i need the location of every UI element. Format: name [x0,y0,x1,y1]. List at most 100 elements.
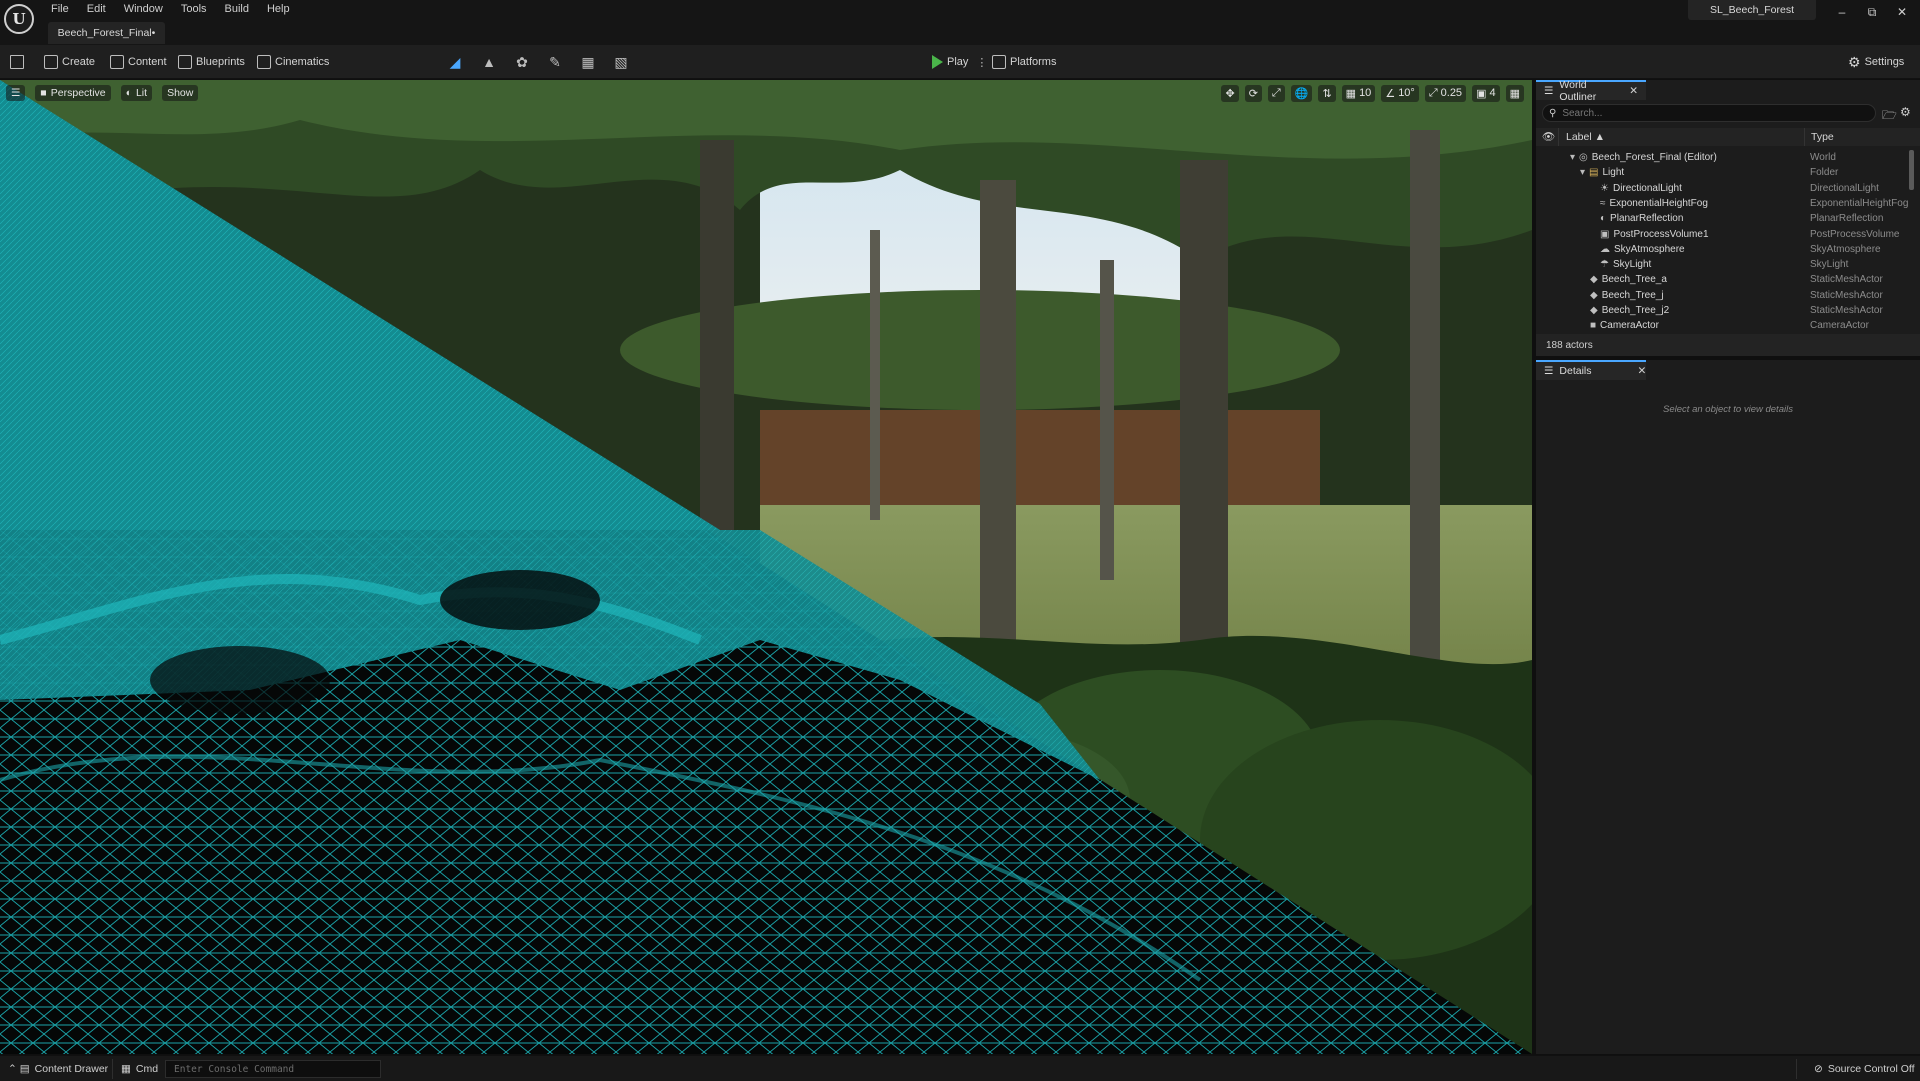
surface-snap-icon[interactable]: ⇅ [1318,84,1336,102]
scale-snap-button[interactable]: ⤢ 0.25 [1424,84,1467,102]
console-command-input[interactable]: Enter Console Command [165,1060,381,1078]
menu-edit[interactable]: Edit [78,2,115,16]
rotate-icon[interactable]: ⟳ [1244,84,1262,102]
search-icon: ⚲ [1549,107,1557,119]
close-tab-icon[interactable]: ✕ [1638,365,1647,377]
outliner-row[interactable]: ▾ ▤ Light Folder [1536,165,1910,180]
search-placeholder: Search... [1562,107,1603,119]
outliner-scrollbar[interactable] [1909,150,1914,190]
settings-label: Settings [1864,56,1905,68]
menu-tools[interactable]: Tools [172,2,216,16]
outliner-row[interactable]: ≈ ExponentialHeightFog ExponentialHeightFo… [1536,196,1910,211]
lit-icon: ◐ [125,87,132,99]
viewport-scene [0,80,1532,1054]
modeling-mode-icon[interactable]: ▦ [579,53,597,71]
cmd-button[interactable]: ▦ Cmd [121,1061,158,1077]
scale-snap-icon: ⤢ [1428,86,1438,99]
add-folder-icon[interactable]: 🗁 [1882,106,1897,127]
row-label: Beech_Tree_a [1601,274,1667,286]
row-type: CameraActor [1810,320,1869,332]
expand-arrow-icon[interactable]: ▾ [1570,152,1575,163]
row-label: Beech_Forest_Final (Editor) [1591,152,1717,163]
show-button[interactable]: Show [162,85,199,101]
source-control-button[interactable]: ⊘ Source Control Off [1814,1061,1915,1077]
outliner-row[interactable]: ▾ ◎ Beech_Forest_Final (Editor) World [1536,150,1910,165]
row-type: SkyAtmosphere [1810,243,1881,255]
perspective-button[interactable]: ■ Perspective [35,85,111,101]
world-icon: ◎ [1579,152,1588,163]
outliner-row[interactable]: ■ CameraActor CameraActor [1536,318,1910,333]
menu-window[interactable]: Window [115,2,172,16]
select-mode-icon[interactable]: ◢ [446,53,464,71]
details-panel: ☰ Details ✕ Select an object to view det… [1536,360,1920,1054]
row-type: SkyLight [1810,259,1849,271]
minimize-icon[interactable]: – [1828,2,1856,22]
source-control-icon: ⊘ [1814,1063,1823,1075]
col-label[interactable]: Label ▲ [1566,131,1605,143]
platforms-icon [992,55,1006,69]
landscape-mode-icon[interactable]: ▲ [480,53,498,71]
cinematics-button[interactable]: Cinematics [257,53,329,71]
skylight-icon: ☂ [1600,259,1609,271]
menu-file[interactable]: File [42,2,78,16]
outliner-row[interactable]: ▣ PostProcessVolume1 PostProcessVolume [1536,227,1910,242]
rotation-snap-button[interactable]: ∠ 10° [1381,84,1419,102]
outliner-row[interactable]: ☂ SkyLight SkyLight [1536,257,1910,272]
col-type[interactable]: Type [1811,131,1834,143]
viewport-options-button[interactable]: ☰ [6,85,26,101]
outliner-row[interactable]: ◐ PlanarReflection PlanarReflection [1536,211,1910,226]
outliner-search-input[interactable]: ⚲ Search... [1542,104,1876,122]
outliner-row[interactable]: ◆ Beech_Tree_j StaticMeshActor [1536,288,1910,303]
menu-build[interactable]: Build [216,2,258,16]
tab-world-outliner[interactable]: ☰ World Outliner ✕ [1536,79,1646,103]
restore-icon[interactable]: ⧉ [1858,2,1886,22]
content-drawer-button[interactable]: ⌃ ▤ Content Drawer [8,1061,108,1077]
outliner-row[interactable]: ☀ DirectionalLight DirectionalLight [1536,181,1910,196]
save-button[interactable] [10,53,24,71]
maximize-viewport-icon[interactable]: ▦ [1505,84,1524,102]
tab-details[interactable]: ☰ Details ✕ [1536,360,1646,380]
row-label: SkyLight [1612,259,1652,271]
mesh-paint-mode-icon[interactable]: ✎ [546,53,564,71]
expand-arrow-icon[interactable]: ▾ [1580,167,1585,178]
outliner-icon: ☰ [1544,85,1554,97]
translate-icon[interactable]: ✥ [1221,84,1239,102]
close-tab-icon[interactable]: ✕ [1629,85,1638,97]
play-options-icon[interactable]: ⋮ [976,56,987,69]
mesh-icon: ◆ [1590,274,1598,286]
world-local-icon[interactable]: 🌐 [1290,84,1313,102]
settings-button[interactable]: ⚙ Settings [1848,53,1904,71]
scale-icon[interactable]: ⤢ [1267,84,1285,102]
create-button[interactable]: Create [44,53,95,71]
foliage-mode-icon[interactable]: ✿ [513,53,531,71]
unreal-logo-icon[interactable]: U [4,4,34,34]
row-label: ExponentialHeightFog [1609,197,1708,209]
row-type: StaticMeshActor [1810,289,1883,301]
outliner-row[interactable]: ◆ Beech_Tree_a StaticMeshActor [1536,272,1910,287]
document-tab[interactable]: Beech_Forest_Final• [48,22,165,44]
menu-help[interactable]: Help [258,2,299,16]
content-button[interactable]: Content [110,53,167,71]
level-viewport[interactable]: ☰ ■ Perspective ◐ Lit Show ✥ ⟳ ⤢ 🌐 ⇅ ▦ 10 ∠… [0,80,1532,1054]
blueprints-label: Blueprints [196,56,245,68]
outliner-row[interactable]: ◆ Beech_Tree_j2 StaticMeshActor [1536,303,1910,318]
source-control-label: Source Control Off [1827,1063,1915,1075]
perspective-label: Perspective [50,87,106,99]
content-drawer-label: Content Drawer [34,1063,109,1075]
camera-speed-button[interactable]: ▣ 4 [1472,84,1500,102]
outliner-row[interactable]: ☁ SkyAtmosphere SkyAtmosphere [1536,242,1910,257]
grid-snap-button[interactable]: ▦ 10 [1341,84,1376,102]
sky-icon: ☁ [1600,243,1610,255]
lit-button[interactable]: ◐ Lit [120,85,153,101]
visibility-icon[interactable]: 👁 [1542,130,1555,143]
close-icon[interactable]: ✕ [1888,2,1916,22]
outliner-settings-icon[interactable]: ⚙ [1900,105,1911,119]
row-type: PlanarReflection [1810,213,1884,225]
platforms-button[interactable]: Platforms [992,53,1056,71]
create-label: Create [62,56,96,68]
save-icon [10,55,24,69]
blueprints-button[interactable]: Blueprints [178,53,245,71]
mesh-icon: ◆ [1590,289,1598,301]
play-button[interactable]: Play ⋮ [932,53,987,71]
fracture-mode-icon[interactable]: ▧ [612,53,630,71]
